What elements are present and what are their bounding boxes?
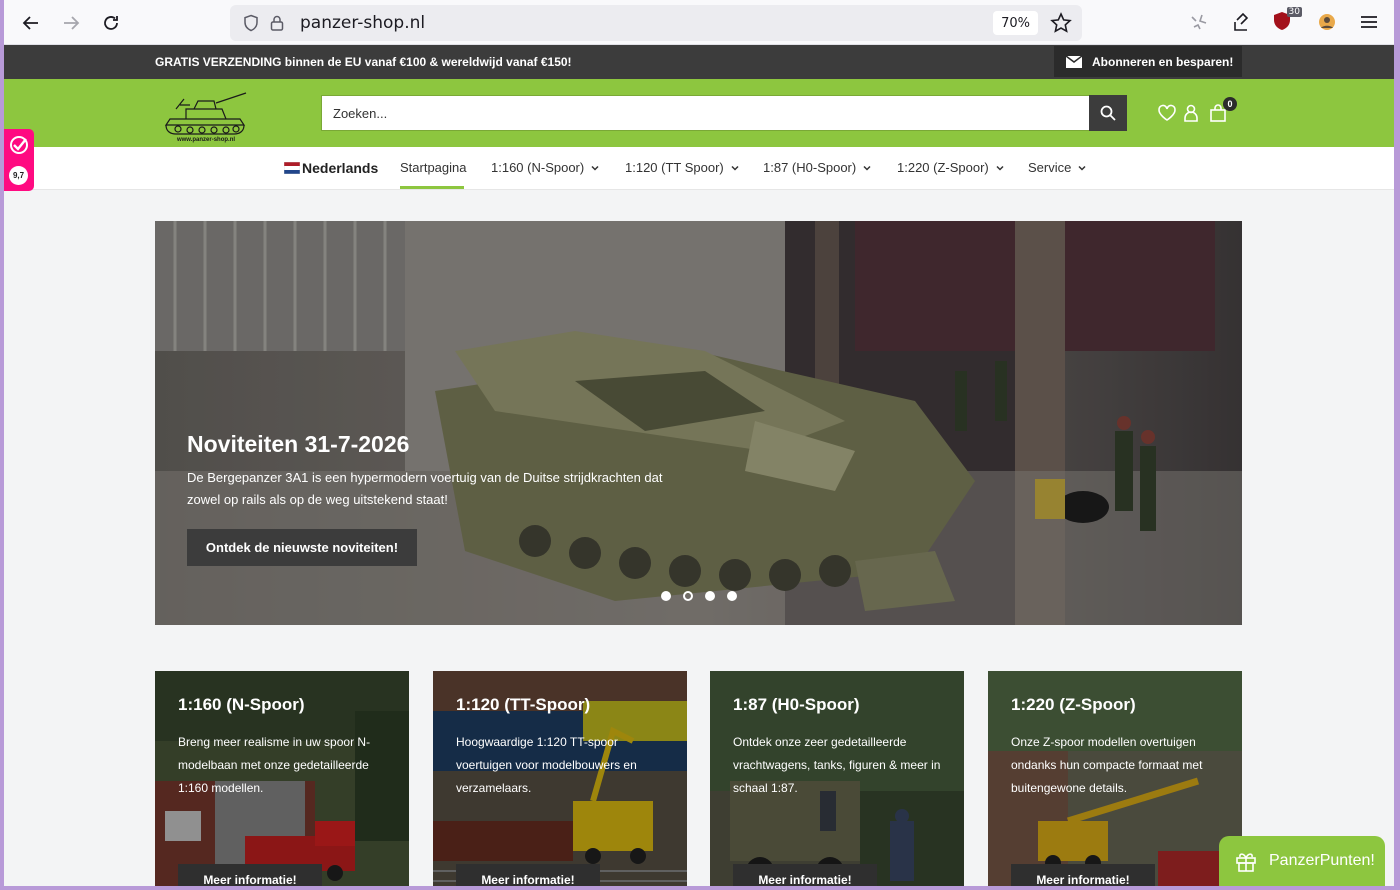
tank-logo-icon: www.panzer-shop.nl: [164, 92, 247, 143]
category-description: Hoogwaardige 1:120 TT-spoor voertuigen v…: [456, 735, 637, 795]
search-input[interactable]: [322, 96, 1089, 130]
back-button[interactable]: [18, 10, 44, 36]
chevron-down-icon: [996, 165, 1004, 171]
search-button[interactable]: [1089, 95, 1127, 131]
category-description: Ontdek onze zeer gedetailleerde vrachtwa…: [733, 735, 941, 795]
puzzle-extension-icon[interactable]: [1188, 11, 1210, 33]
search-icon: [1100, 105, 1116, 121]
nav-label: 1:220 (Z-Spoor): [897, 160, 989, 175]
ublock-count: 30: [1286, 7, 1302, 17]
account-user-icon[interactable]: [1181, 103, 1201, 123]
shipping-promo: GRATIS VERZENDING binnen de EU vanaf €10…: [155, 55, 572, 69]
category-more-button[interactable]: Meer informatie!: [178, 864, 322, 886]
cart-count-badge: 0: [1223, 97, 1237, 111]
nav-tt-spoor[interactable]: 1:120 (TT Spoor): [625, 160, 740, 175]
nav-z-spoor[interactable]: 1:220 (Z-Spoor): [897, 160, 1005, 175]
category-card-h0-spoor[interactable]: 1:87 (H0-Spoor) Ontdek onze zeer gedetai…: [710, 671, 964, 886]
slider-dot[interactable]: [661, 591, 671, 601]
chevron-down-icon: [863, 165, 871, 171]
category-title: 1:87 (H0-Spoor): [733, 695, 860, 714]
url-bar[interactable]: panzer-shop.nl 70%: [230, 5, 1082, 41]
forward-button[interactable]: [58, 10, 84, 36]
rewards-label: PanzerPunten!: [1269, 852, 1375, 869]
slider-dot[interactable]: [705, 591, 715, 601]
nav-service[interactable]: Service: [1028, 160, 1087, 175]
announcement-bar: GRATIS VERZENDING binnen de EU vanaf €10…: [4, 45, 1394, 79]
category-title: 1:220 (Z-Spoor): [1011, 695, 1136, 714]
url-text[interactable]: panzer-shop.nl: [300, 13, 425, 33]
browser-toolbar: panzer-shop.nl 70% 30: [4, 0, 1394, 45]
ublock-extension[interactable]: 30: [1272, 7, 1302, 33]
language-label: Nederlands: [302, 160, 379, 176]
shield-icon[interactable]: [242, 14, 260, 32]
hero-cta-button[interactable]: Ontdek de nieuwste noviteiten!: [187, 529, 417, 566]
category-card-tt-spoor[interactable]: 1:120 (TT-Spoor) Hoogwaardige 1:120 TT-s…: [433, 671, 687, 886]
slider-dot[interactable]: [727, 591, 737, 601]
nav-label: Service: [1028, 160, 1072, 175]
hero-title: Noviteiten 31-7-2026: [187, 431, 410, 457]
main-navigation: Nederlands Startpagina 1:160 (N-Spoor) 1…: [4, 147, 1394, 190]
kiyoh-rating-widget[interactable]: 9,7: [4, 129, 34, 191]
bookmark-star-icon[interactable]: [1050, 12, 1072, 34]
category-more-button[interactable]: Meer informatie!: [456, 864, 600, 886]
arrow-right-icon: [64, 16, 80, 30]
logo-text: www.panzer-shop.nl: [176, 137, 235, 143]
rating-check-icon: [10, 136, 28, 154]
category-card-n-spoor[interactable]: 1:160 (N-Spoor) Breng meer realisme in u…: [155, 671, 409, 886]
browser-window: panzer-shop.nl 70% 30 GRATIS VERZENDING …: [4, 0, 1394, 886]
wishlist-heart-icon[interactable]: [1157, 103, 1177, 123]
share-icon[interactable]: [1230, 11, 1252, 33]
nav-label: 1:160 (N-Spoor): [491, 160, 585, 175]
nav-h0-spoor[interactable]: 1:87 (H0-Spoor): [763, 160, 872, 175]
category-title: 1:120 (TT-Spoor): [456, 695, 591, 714]
category-card-z-spoor[interactable]: 1:220 (Z-Spoor) Onze Z-spoor modellen ov…: [988, 671, 1242, 886]
hero-description: De Bergepanzer 3A1 is een hypermodern vo…: [187, 470, 663, 507]
slider-dots: [661, 591, 737, 601]
menu-hamburger-icon[interactable]: [1358, 11, 1380, 33]
active-nav-indicator: [400, 186, 464, 189]
slider-dot-active[interactable]: [683, 591, 693, 601]
zoom-level[interactable]: 70%: [993, 11, 1038, 35]
subscribe-label: Abonneren en besparen!: [1092, 54, 1234, 69]
category-description: Breng meer realisme in uw spoor N-modelb…: [178, 735, 371, 795]
nav-label: Startpagina: [400, 160, 467, 175]
rating-score: 9,7: [9, 166, 28, 185]
subscribe-button[interactable]: Abonneren en besparen!: [1054, 46, 1242, 77]
category-description: Onze Z-spoor modellen overtuigen ondanks…: [1011, 735, 1203, 795]
mail-icon: [1066, 55, 1082, 68]
profile-extension-icon[interactable]: [1316, 11, 1338, 33]
category-title: 1:160 (N-Spoor): [178, 695, 305, 714]
rewards-button[interactable]: PanzerPunten!: [1219, 836, 1385, 886]
nav-label: 1:120 (TT Spoor): [625, 160, 724, 175]
site-header: www.panzer-shop.nl 0: [4, 79, 1394, 147]
chevron-down-icon: [1078, 165, 1086, 171]
hero-slider[interactable]: Noviteiten 31-7-2026 De Bergepanzer 3A1 …: [155, 221, 1242, 625]
lock-icon[interactable]: [268, 14, 286, 32]
category-more-button[interactable]: Meer informatie!: [1011, 864, 1155, 886]
search-form: [321, 95, 1127, 131]
chevron-down-icon: [731, 165, 739, 171]
gift-icon: [1236, 853, 1256, 872]
site-logo[interactable]: www.panzer-shop.nl: [162, 85, 250, 143]
arrow-left-icon: [22, 16, 38, 30]
reload-icon: [104, 16, 118, 30]
nav-label: 1:87 (H0-Spoor): [763, 160, 857, 175]
nav-startpagina[interactable]: Startpagina: [400, 160, 467, 175]
chevron-down-icon: [591, 165, 599, 171]
language-selector[interactable]: Nederlands: [284, 160, 378, 176]
nav-n-spoor[interactable]: 1:160 (N-Spoor): [491, 160, 600, 175]
category-more-button[interactable]: Meer informatie!: [733, 864, 877, 886]
dutch-flag-icon: [284, 162, 300, 174]
reload-button[interactable]: [98, 10, 124, 36]
